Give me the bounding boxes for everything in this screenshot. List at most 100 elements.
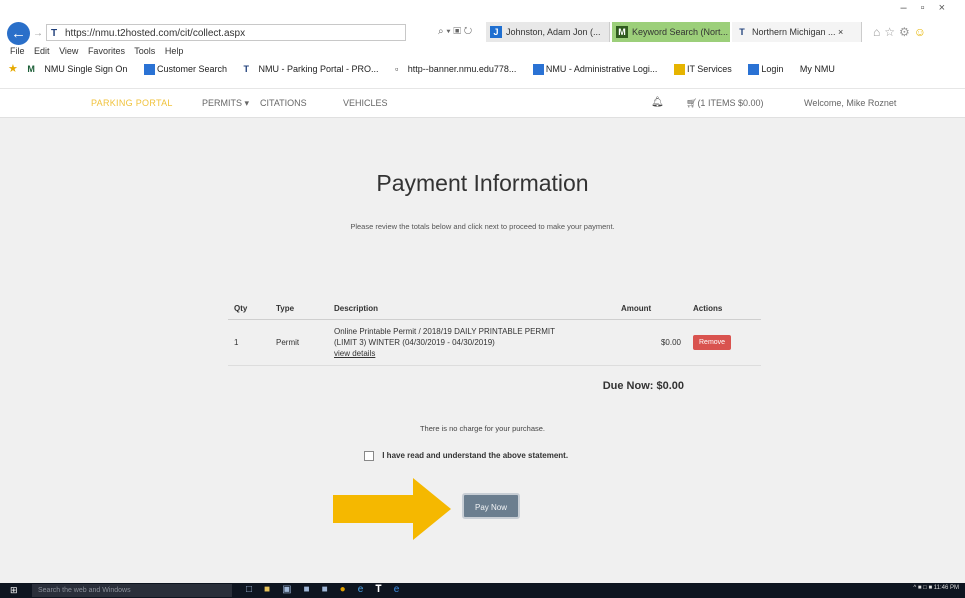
menu-view[interactable]: View <box>59 46 78 56</box>
cart-summary: (1 ITEMS $0.00) <box>697 98 764 108</box>
favorites-star-icon[interactable]: ★ <box>8 63 18 75</box>
close-window-button[interactable]: × <box>939 2 959 14</box>
tab-label: Northern Michigan ... × <box>752 27 844 37</box>
table-header-row: Qty Type Description Amount Actions <box>228 298 761 320</box>
store-icon[interactable]: ▣ <box>282 584 303 595</box>
favorite-label: http--banner.nmu.edu778... <box>407 64 517 74</box>
lock-icon[interactable]: ▣ <box>453 26 461 37</box>
system-tray: ^ ■ □ ■ 11:46 PM <box>913 585 959 591</box>
address-actions[interactable]: ⌕ ▾ ▣ ↻ <box>438 26 472 37</box>
browser-chrome: –▫× ← → T https://nmu.t2hosted.com/cit/c… <box>0 0 965 88</box>
col-type: Type <box>270 298 328 320</box>
favorite-link[interactable]: NMU - Administrative Logi... <box>532 64 665 76</box>
due-now-total: Due Now: $0.00 <box>602 380 684 392</box>
brand-link[interactable]: PARKING PORTAL <box>91 98 173 108</box>
no-charge-message: There is no charge for your purchase. <box>419 424 546 433</box>
window-controls[interactable]: –▫× <box>901 2 959 14</box>
row-qty: 1 <box>228 319 270 366</box>
row-description: Online Printable Permit / 2018/19 DAILY … <box>328 319 615 366</box>
windows-start-icon[interactable]: ⊞ <box>10 586 19 595</box>
ie-icon[interactable]: e <box>358 584 376 595</box>
agreement-checkbox[interactable] <box>364 451 374 461</box>
page-icon <box>532 64 544 76</box>
nmu-m-icon: M <box>27 64 35 74</box>
back-button[interactable]: ← <box>7 22 30 45</box>
view-details-link[interactable]: view details <box>334 348 609 359</box>
forward-arrow-icon: → <box>33 28 43 39</box>
bell-icon[interactable]: 🔔︎ <box>651 97 664 108</box>
cart-link[interactable]: 🛒︎(1 ITEMS $0.00) <box>686 98 763 109</box>
folder-icon <box>673 64 685 76</box>
maximize-button[interactable]: ▫ <box>921 2 939 14</box>
favorite-label: NMU - Parking Portal - PRO... <box>258 64 379 74</box>
favorite-link[interactable]: ▫ http--banner.nmu.edu778... <box>395 64 523 74</box>
refresh-icon[interactable]: ↻ <box>464 26 472 37</box>
menu-tools[interactable]: Tools <box>134 46 155 56</box>
favorite-link[interactable]: M NMU Single Sign On <box>27 64 134 74</box>
cart-icon: 🛒︎ <box>686 98 698 108</box>
page-icon: ▫ <box>395 64 399 74</box>
menu-bar: File Edit View Favorites Tools Help <box>10 46 190 56</box>
settings-gear-icon[interactable]: ⚙ <box>899 25 914 39</box>
smiley-icon[interactable]: ☺ <box>914 25 930 39</box>
address-url: https://nmu.t2hosted.com/cit/collect.asp… <box>65 28 246 39</box>
favorite-link[interactable]: Customer Search <box>143 64 234 76</box>
nav-vehicles[interactable]: VEHICLES <box>343 98 388 108</box>
favorite-link[interactable]: T NMU - Parking Portal - PRO... <box>244 64 386 74</box>
page-title: Payment Information <box>376 170 589 196</box>
description-line: (LIMIT 3) WINTER (04/30/2019 - 04/30/201… <box>334 338 495 347</box>
favorite-link[interactable]: IT Services <box>673 64 739 76</box>
clock[interactable]: 11:46 PM <box>934 585 959 591</box>
nav-permits[interactable]: PERMITS ▾ <box>202 98 249 109</box>
menu-file[interactable]: File <box>10 46 25 56</box>
edge-icon[interactable]: e <box>394 584 412 595</box>
minimize-button[interactable]: – <box>901 2 921 14</box>
favorite-label: NMU - Administrative Logi... <box>545 64 658 74</box>
menu-edit[interactable]: Edit <box>34 46 50 56</box>
page-instructions: Please review the totals below and click… <box>350 222 615 231</box>
taskbar-search[interactable]: Search the web and Windows <box>32 584 232 597</box>
col-qty: Qty <box>228 298 270 320</box>
tab-keyword-search[interactable]: M Keyword Search (Nort... <box>612 22 730 42</box>
favorite-link[interactable]: Login <box>748 64 790 76</box>
menu-favorites[interactable]: Favorites <box>88 46 125 56</box>
tab-favicon-icon: J <box>490 26 502 38</box>
tray-icons[interactable]: ^ ■ □ ■ <box>913 585 932 591</box>
forward-button[interactable]: → <box>33 28 43 39</box>
chrome-icon[interactable]: ● <box>340 584 358 595</box>
taskbar: ⊞ Search the web and Windows □■▣■■●e𝐓e ^… <box>0 583 965 598</box>
browser-tools[interactable]: ⌂☆⚙☺ <box>873 25 930 39</box>
pay-now-button[interactable]: Pay Now <box>462 493 520 519</box>
page-icon <box>748 64 760 76</box>
favorites-star-icon[interactable]: ☆ <box>884 25 899 39</box>
address-bar[interactable]: T https://nmu.t2hosted.com/cit/collect.a… <box>46 24 406 41</box>
taskbar-apps: □■▣■■●e𝐓e <box>246 584 411 595</box>
menu-help[interactable]: Help <box>165 46 184 56</box>
nav-citations[interactable]: CITATIONS <box>260 98 307 108</box>
tab-label: Keyword Search (Nort... <box>632 27 729 37</box>
row-type: Permit <box>270 319 328 366</box>
search-icon[interactable]: ⌕ <box>438 26 444 37</box>
favorite-label: My NMU <box>799 64 835 74</box>
tab-johnston[interactable]: J Johnston, Adam Jon (... <box>486 22 610 42</box>
favorite-label: Login <box>761 64 784 74</box>
t2-icon: T <box>243 64 250 74</box>
home-icon[interactable]: ⌂ <box>873 25 884 39</box>
site-navbar: PARKING PORTAL PERMITS ▾ CITATIONS VEHIC… <box>0 88 965 118</box>
favorites-bar: ★ M NMU Single Sign On Customer Search T… <box>0 60 965 78</box>
remove-button[interactable]: Remove <box>693 335 732 350</box>
site-favicon-icon: T <box>51 28 58 39</box>
tab-northern-michigan[interactable]: T Northern Michigan ... × <box>732 22 862 42</box>
col-actions: Actions <box>687 298 761 320</box>
agreement-row[interactable]: I have read and understand the above sta… <box>364 451 568 461</box>
outlook-icon[interactable]: ■ <box>304 584 322 595</box>
page-icon <box>143 64 155 76</box>
file-explorer-icon[interactable]: ■ <box>264 584 282 595</box>
col-amount: Amount <box>615 298 687 320</box>
task-view-icon[interactable]: □ <box>246 584 264 595</box>
welcome-user[interactable]: Welcome, Mike Roznet <box>804 98 896 108</box>
favorite-link[interactable]: My NMU <box>800 64 842 74</box>
favorite-label: NMU Single Sign On <box>44 64 128 74</box>
word-icon[interactable]: ■ <box>322 584 340 595</box>
t2-app-icon[interactable]: 𝐓 <box>375 584 393 595</box>
